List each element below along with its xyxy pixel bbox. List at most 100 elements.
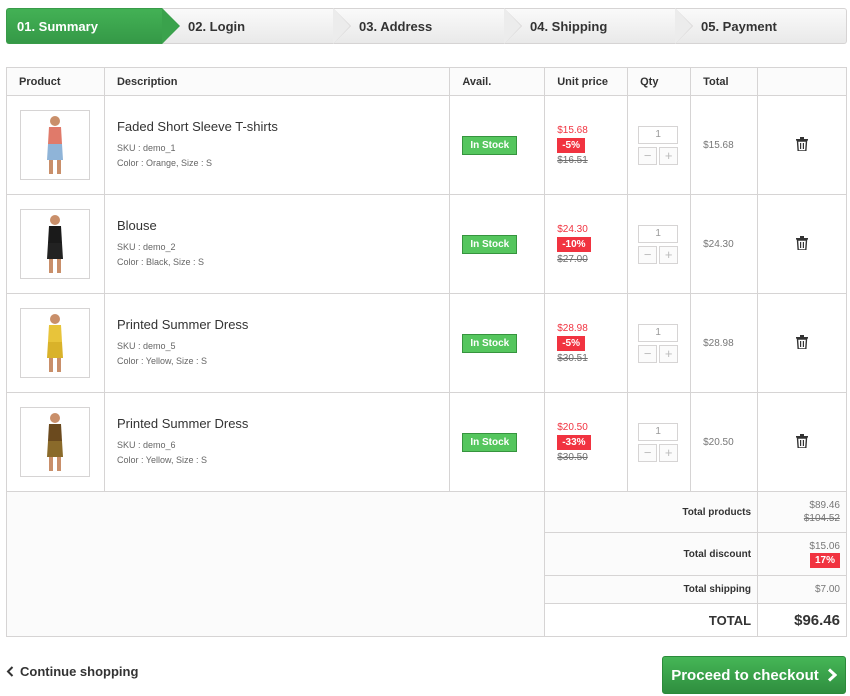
header-unit-price: Unit price	[544, 67, 629, 96]
qty-cell: 1 − +	[627, 392, 692, 492]
total-shipping-value: $7.00	[757, 575, 847, 604]
qty-increase-button[interactable]: +	[659, 344, 679, 363]
summary-empty	[5, 491, 546, 637]
trash-icon[interactable]	[796, 433, 809, 449]
line-total: $24.30	[690, 194, 759, 294]
quantity-input[interactable]: 1	[638, 323, 679, 342]
unit-price-cell: $28.98 -5% $30.51	[544, 293, 629, 393]
quantity-input[interactable]: 1	[638, 125, 679, 144]
product-thumbnail[interactable]	[20, 110, 90, 180]
product-model-image	[47, 314, 63, 372]
product-name-link[interactable]: Printed Summer Dress	[117, 416, 449, 431]
continue-shopping-label: Continue shopping	[20, 664, 139, 679]
product-name-link[interactable]: Faded Short Sleeve T-shirts	[117, 119, 449, 134]
qty-decrease-button[interactable]: −	[638, 146, 658, 165]
product-sku: SKU : demo_1	[116, 143, 176, 153]
unit-price: $20.50	[557, 421, 588, 433]
step-address[interactable]: 03. Address	[333, 8, 522, 44]
chevron-right-icon	[827, 668, 837, 682]
product-thumbnail[interactable]	[20, 308, 90, 378]
header-qty: Qty	[627, 67, 692, 96]
qty-cell: 1 − +	[627, 95, 692, 195]
qty-decrease-button[interactable]: −	[638, 245, 658, 264]
step-summary[interactable]: 01. Summary	[6, 8, 180, 44]
table-header-row: Product Description Avail. Unit price Qt…	[6, 67, 847, 96]
qty-increase-button[interactable]: +	[659, 146, 679, 165]
old-price: $30.50	[557, 451, 588, 463]
table-row: Printed Summer Dress SKU : demo_5 Color …	[6, 293, 847, 393]
trash-icon[interactable]	[796, 136, 809, 152]
in-stock-badge: In Stock	[462, 432, 518, 452]
checkout-steps: 01. Summary 02. Login 03. Address 04. Sh…	[6, 8, 847, 44]
in-stock-badge: In Stock	[462, 333, 518, 353]
discount-badge: -10%	[557, 236, 591, 252]
product-sku: SKU : demo_2	[116, 242, 176, 252]
in-stock-badge: In Stock	[462, 135, 518, 155]
in-stock-badge: In Stock	[462, 234, 518, 254]
product-attributes: Color : Yellow, Size : S	[116, 455, 208, 465]
availability-cell: In Stock	[449, 392, 546, 492]
line-total: $28.98	[690, 293, 759, 393]
total-label: TOTAL	[544, 603, 759, 637]
discount-badge: -33%	[557, 434, 591, 450]
product-sku: SKU : demo_5	[116, 341, 176, 351]
product-image-cell	[6, 392, 105, 492]
summary-total-products-row: Total products $89.46 $104.52	[5, 491, 847, 637]
product-thumbnail[interactable]	[20, 209, 90, 279]
product-attributes: Color : Black, Size : S	[116, 257, 204, 267]
total-products-amount: $89.46	[809, 500, 840, 511]
product-model-image	[47, 116, 63, 174]
line-total: $15.68	[690, 95, 759, 195]
unit-price: $28.98	[557, 322, 588, 334]
qty-decrease-button[interactable]: −	[638, 443, 658, 462]
step-login[interactable]: 02. Login	[162, 8, 351, 44]
product-model-image	[47, 413, 63, 471]
product-description-cell: Blouse SKU : demo_2 Color : Black, Size …	[103, 194, 451, 294]
table-row: Printed Summer Dress SKU : demo_6 Color …	[6, 392, 847, 492]
header-total: Total	[690, 67, 759, 96]
unit-price-cell: $20.50 -33% $30.50	[544, 392, 629, 492]
total-products-label: Total products	[544, 491, 759, 533]
trash-icon[interactable]	[796, 235, 809, 251]
product-attributes: Color : Yellow, Size : S	[116, 356, 208, 366]
table-row: Blouse SKU : demo_2 Color : Black, Size …	[6, 194, 847, 294]
quantity-input[interactable]: 1	[638, 224, 679, 243]
trash-icon[interactable]	[796, 334, 809, 350]
header-delete	[757, 67, 847, 96]
product-attributes: Color : Orange, Size : S	[116, 158, 212, 168]
step-login-label: 02. Login	[188, 19, 246, 34]
product-image-cell	[6, 293, 105, 393]
total-products-old: $104.52	[803, 513, 840, 524]
delete-cell	[757, 293, 847, 393]
total-discount-amount: $15.06	[809, 541, 840, 552]
proceed-to-checkout-button[interactable]: Proceed to checkout	[662, 656, 846, 694]
quantity-input[interactable]: 1	[638, 422, 679, 441]
step-shipping[interactable]: 04. Shipping	[504, 8, 693, 44]
total-discount-label: Total discount	[544, 532, 759, 576]
table-row: Faded Short Sleeve T-shirts SKU : demo_1…	[6, 95, 847, 195]
total-value: $96.46	[757, 603, 847, 637]
qty-increase-button[interactable]: +	[659, 245, 679, 264]
qty-increase-button[interactable]: +	[659, 443, 679, 462]
availability-cell: In Stock	[449, 95, 546, 195]
product-name-link[interactable]: Printed Summer Dress	[117, 317, 449, 332]
product-description-cell: Printed Summer Dress SKU : demo_5 Color …	[103, 293, 451, 393]
delete-cell	[757, 194, 847, 294]
qty-cell: 1 − +	[627, 293, 692, 393]
product-name-link[interactable]: Blouse	[117, 218, 449, 233]
product-description-cell: Printed Summer Dress SKU : demo_6 Color …	[103, 392, 451, 492]
step-summary-label: 01. Summary	[17, 19, 98, 34]
header-product: Product	[6, 67, 105, 96]
step-payment[interactable]: 05. Payment	[675, 8, 847, 44]
discount-badge: -5%	[557, 137, 586, 153]
qty-cell: 1 − +	[627, 194, 692, 294]
qty-decrease-button[interactable]: −	[638, 344, 658, 363]
product-sku: SKU : demo_6	[116, 440, 176, 450]
unit-price-cell: $15.68 -5% $16.51	[544, 95, 629, 195]
availability-cell: In Stock	[449, 194, 546, 294]
product-description-cell: Faded Short Sleeve T-shirts SKU : demo_1…	[103, 95, 451, 195]
product-thumbnail[interactable]	[20, 407, 90, 477]
old-price: $27.00	[557, 253, 588, 265]
delete-cell	[757, 392, 847, 492]
continue-shopping-link[interactable]: Continue shopping	[6, 664, 138, 679]
